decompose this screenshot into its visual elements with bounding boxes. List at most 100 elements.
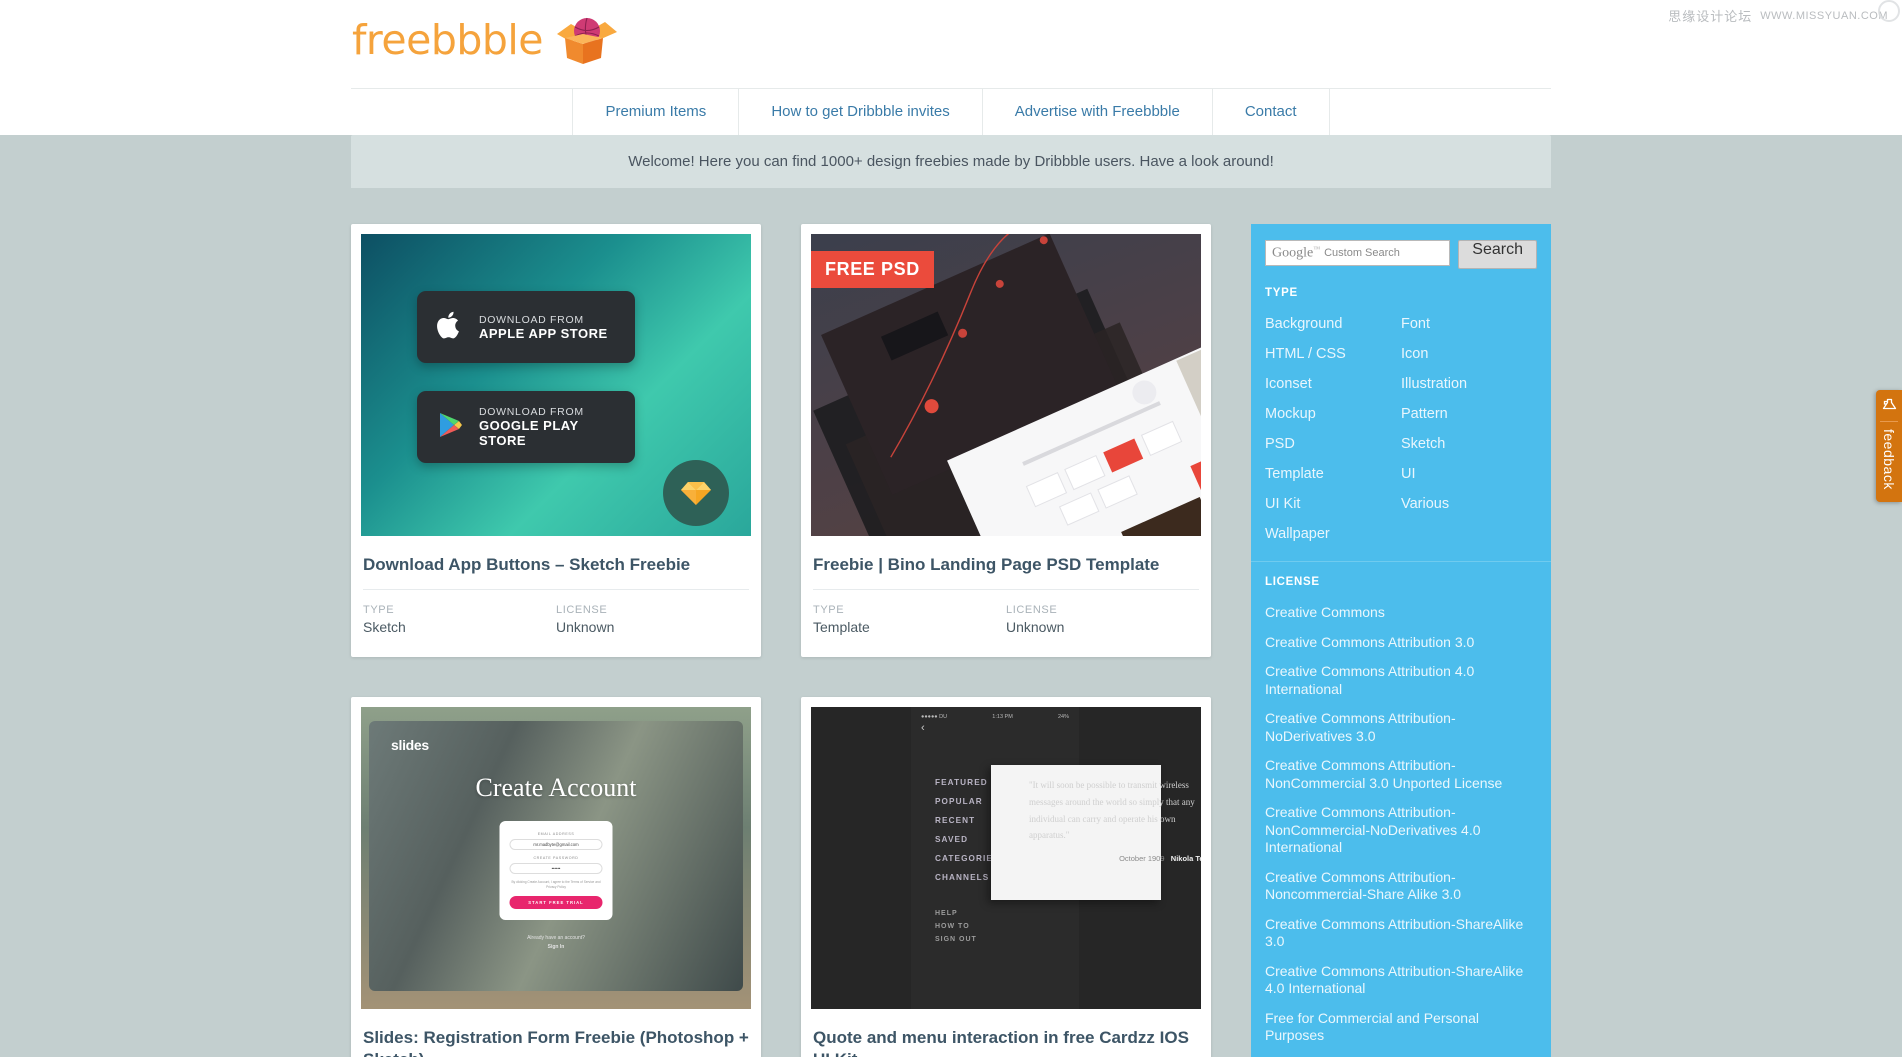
type-link-various[interactable]: Various — [1401, 489, 1537, 519]
license-filter-heading: LICENSE — [1265, 576, 1320, 588]
license-link-cc-by-nc-nd-4[interactable]: Creative Commons Attribution-NonCommerci… — [1265, 798, 1537, 863]
terms-note: By clicking Create Account, I agree to t… — [511, 880, 601, 890]
site-header: freebbble 思缘设计论坛 WWW.MISSYUAN.COM — [0, 0, 1902, 88]
secondary-menu-list: HELP HOW TO SIGN OUT — [911, 910, 1079, 943]
card-metadata: TYPE Sketch LICENSE Unknown — [363, 589, 749, 657]
card-type-label: TYPE — [813, 604, 845, 617]
search-input[interactable]: Google™ Custom Search — [1265, 240, 1451, 266]
feedback-divider — [1880, 421, 1898, 422]
registration-form: EMAIL ADDRESS mr.madbyte@gmail.com CREAT… — [499, 821, 613, 920]
type-filter-heading: TYPE — [1265, 287, 1298, 299]
welcome-banner: Welcome! Here you can find 1000+ design … — [351, 135, 1551, 188]
watermark-cn: 思缘设计论坛 — [1668, 9, 1753, 24]
license-link-cc-by-sa-3[interactable]: Creative Commons Attribution-ShareAlike … — [1265, 910, 1537, 957]
main-navigation: Premium Items How to get Dribbble invite… — [0, 88, 1902, 135]
type-link-pattern[interactable]: Pattern — [1401, 399, 1537, 429]
license-link-cc-by-3[interactable]: Creative Commons Attribution 3.0 — [1265, 628, 1537, 658]
logo-text: freebbble — [352, 16, 544, 64]
type-link-html-css[interactable]: HTML / CSS — [1265, 339, 1401, 369]
type-link-icon[interactable]: Icon — [1401, 339, 1537, 369]
card-type-value: Sketch — [363, 619, 406, 636]
search-placeholder: Custom Search — [1324, 247, 1400, 259]
type-link-template[interactable]: Template — [1265, 459, 1401, 489]
card-title[interactable]: Slides: Registration Form Freebie (Photo… — [351, 1009, 761, 1057]
google-play-icon — [437, 410, 463, 445]
feedback-label: feedback — [1881, 429, 1897, 490]
type-link-iconset[interactable]: Iconset — [1265, 369, 1401, 399]
apple-app-store-button: DOWNLOAD FROM APPLE APP STORE — [417, 291, 635, 363]
card-title[interactable]: Quote and menu interaction in free Cardz… — [801, 1009, 1211, 1057]
quote-text: "It will soon be possible to transmit wi… — [1029, 780, 1195, 841]
megaphone-icon — [1876, 398, 1902, 414]
card-license-value: Unknown — [556, 619, 615, 636]
signin-note: Already have an account? Sign In — [369, 934, 743, 951]
type-link-mockup[interactable]: Mockup — [1265, 399, 1401, 429]
search-button[interactable]: Search — [1458, 240, 1537, 269]
card-title[interactable]: Freebie | Bino Landing Page PSD Template — [801, 536, 1211, 589]
menu-item-help: HELP — [935, 910, 958, 918]
type-link-ui-kit[interactable]: UI Kit — [1265, 489, 1401, 519]
menu-item-how-to: HOW TO — [935, 923, 970, 931]
nav-item-dribbble-invites[interactable]: How to get Dribbble invites — [738, 89, 981, 135]
google-button-large-text: GOOGLE PLAY STORE — [479, 418, 579, 448]
watermark-en: WWW.MISSYUAN.COM — [1760, 9, 1888, 22]
type-link-font[interactable]: Font — [1401, 309, 1537, 339]
license-link-cc-by-4[interactable]: Creative Commons Attribution 4.0 Interna… — [1265, 657, 1537, 704]
type-link-ui[interactable]: UI — [1401, 459, 1537, 489]
card-license-label: LICENSE — [1006, 604, 1058, 617]
freebie-card[interactable]: ●●●●● DU 1:13 PM 24% ‹ FEATURED POPULAR … — [801, 697, 1211, 1057]
apple-icon — [437, 310, 463, 345]
license-link-cc-by-nd-3[interactable]: Creative Commons Attribution-NoDerivativ… — [1265, 704, 1537, 751]
license-link-cc-by-nc-sa-3[interactable]: Creative Commons Attribution-Noncommerci… — [1265, 863, 1537, 910]
watermark-logo-icon — [1878, 0, 1900, 22]
license-link-cc[interactable]: Creative Commons — [1265, 598, 1537, 628]
nav-item-premium-items[interactable]: Premium Items — [572, 89, 738, 135]
search-row: Google™ Custom Search Search — [1251, 224, 1551, 283]
type-link-sketch[interactable]: Sketch — [1401, 429, 1537, 459]
apple-button-small-text: DOWNLOAD FROM — [479, 313, 584, 326]
email-label: EMAIL ADDRESS — [537, 832, 575, 837]
card-thumbnail-slides-registration[interactable]: slides Create Account EMAIL ADDRESS mr.m… — [361, 707, 751, 1010]
type-link-illustration[interactable]: Illustration — [1401, 369, 1537, 399]
card-title[interactable]: Download App Buttons – Sketch Freebie — [351, 536, 761, 589]
card-thumbnail-app-buttons[interactable]: DOWNLOAD FROM APPLE APP STORE DOWNLOAD F… — [361, 234, 751, 536]
license-link-free-commercial[interactable]: Free for Commercial and Personal Purpose… — [1265, 1004, 1537, 1051]
signin-note-text: Already have an account? — [527, 935, 585, 942]
filter-sidebar: Google™ Custom Search Search TYPE Backgr… — [1251, 224, 1551, 1057]
slides-brand-label: slides — [391, 737, 429, 754]
card-license-label: LICENSE — [556, 604, 608, 617]
start-free-trial-button: START FREE TRIAL — [509, 895, 603, 909]
type-link-psd[interactable]: PSD — [1265, 429, 1401, 459]
back-chevron-icon[interactable]: ‹ — [911, 720, 1079, 734]
free-psd-badge: FREE PSD — [811, 251, 934, 288]
nav-item-advertise[interactable]: Advertise with Freebbble — [981, 89, 1212, 135]
quote-block: "It will soon be possible to transmit wi… — [1029, 777, 1201, 865]
license-filter-list: Creative Commons Creative Commons Attrib… — [1251, 598, 1551, 1057]
watermark: 思缘设计论坛 WWW.MISSYUAN.COM — [1668, 6, 1888, 25]
card-thumbnail-psd-template[interactable]: FREE PSD — [811, 234, 1201, 536]
open-box-basketball-icon — [547, 14, 619, 66]
status-time: 1:13 PM — [992, 714, 1013, 721]
status-battery: 24% — [1057, 714, 1069, 721]
type-link-background[interactable]: Background — [1265, 309, 1401, 339]
freebie-card[interactable]: slides Create Account EMAIL ADDRESS mr.m… — [351, 697, 761, 1057]
site-logo[interactable]: freebbble — [352, 14, 619, 66]
create-account-heading: Create Account — [475, 773, 637, 803]
type-link-wallpaper[interactable]: Wallpaper — [1265, 519, 1401, 549]
freebie-card[interactable]: DOWNLOAD FROM APPLE APP STORE DOWNLOAD F… — [351, 224, 761, 658]
freebie-card-grid: DOWNLOAD FROM APPLE APP STORE DOWNLOAD F… — [351, 224, 1211, 1057]
license-link-free-noncommercial[interactable]: Free for Non-commercial — [1265, 1051, 1537, 1057]
menu-item-sign-out: SIGN OUT — [935, 936, 977, 944]
feedback-tab[interactable]: feedback — [1876, 390, 1902, 502]
ios-status-bar: ●●●●● DU 1:13 PM 24% — [911, 707, 1079, 720]
status-carrier: ●●●●● DU — [921, 714, 948, 721]
google-logo-icon: Google™ — [1272, 244, 1321, 261]
card-type-value: Template — [813, 619, 870, 636]
google-play-store-button: DOWNLOAD FROM GOOGLE PLAY STORE — [417, 391, 635, 463]
card-license-value: Unknown — [1006, 619, 1065, 636]
freebie-card[interactable]: FREE PSD Freebie | Bino Landing Page PSD… — [801, 224, 1211, 658]
card-thumbnail-ios-menu[interactable]: ●●●●● DU 1:13 PM 24% ‹ FEATURED POPULAR … — [811, 707, 1201, 1010]
license-link-cc-by-nc-3[interactable]: Creative Commons Attribution-NonCommerci… — [1265, 751, 1537, 798]
nav-item-contact[interactable]: Contact — [1211, 89, 1330, 135]
license-link-cc-by-sa-4[interactable]: Creative Commons Attribution-ShareAlike … — [1265, 957, 1537, 1004]
